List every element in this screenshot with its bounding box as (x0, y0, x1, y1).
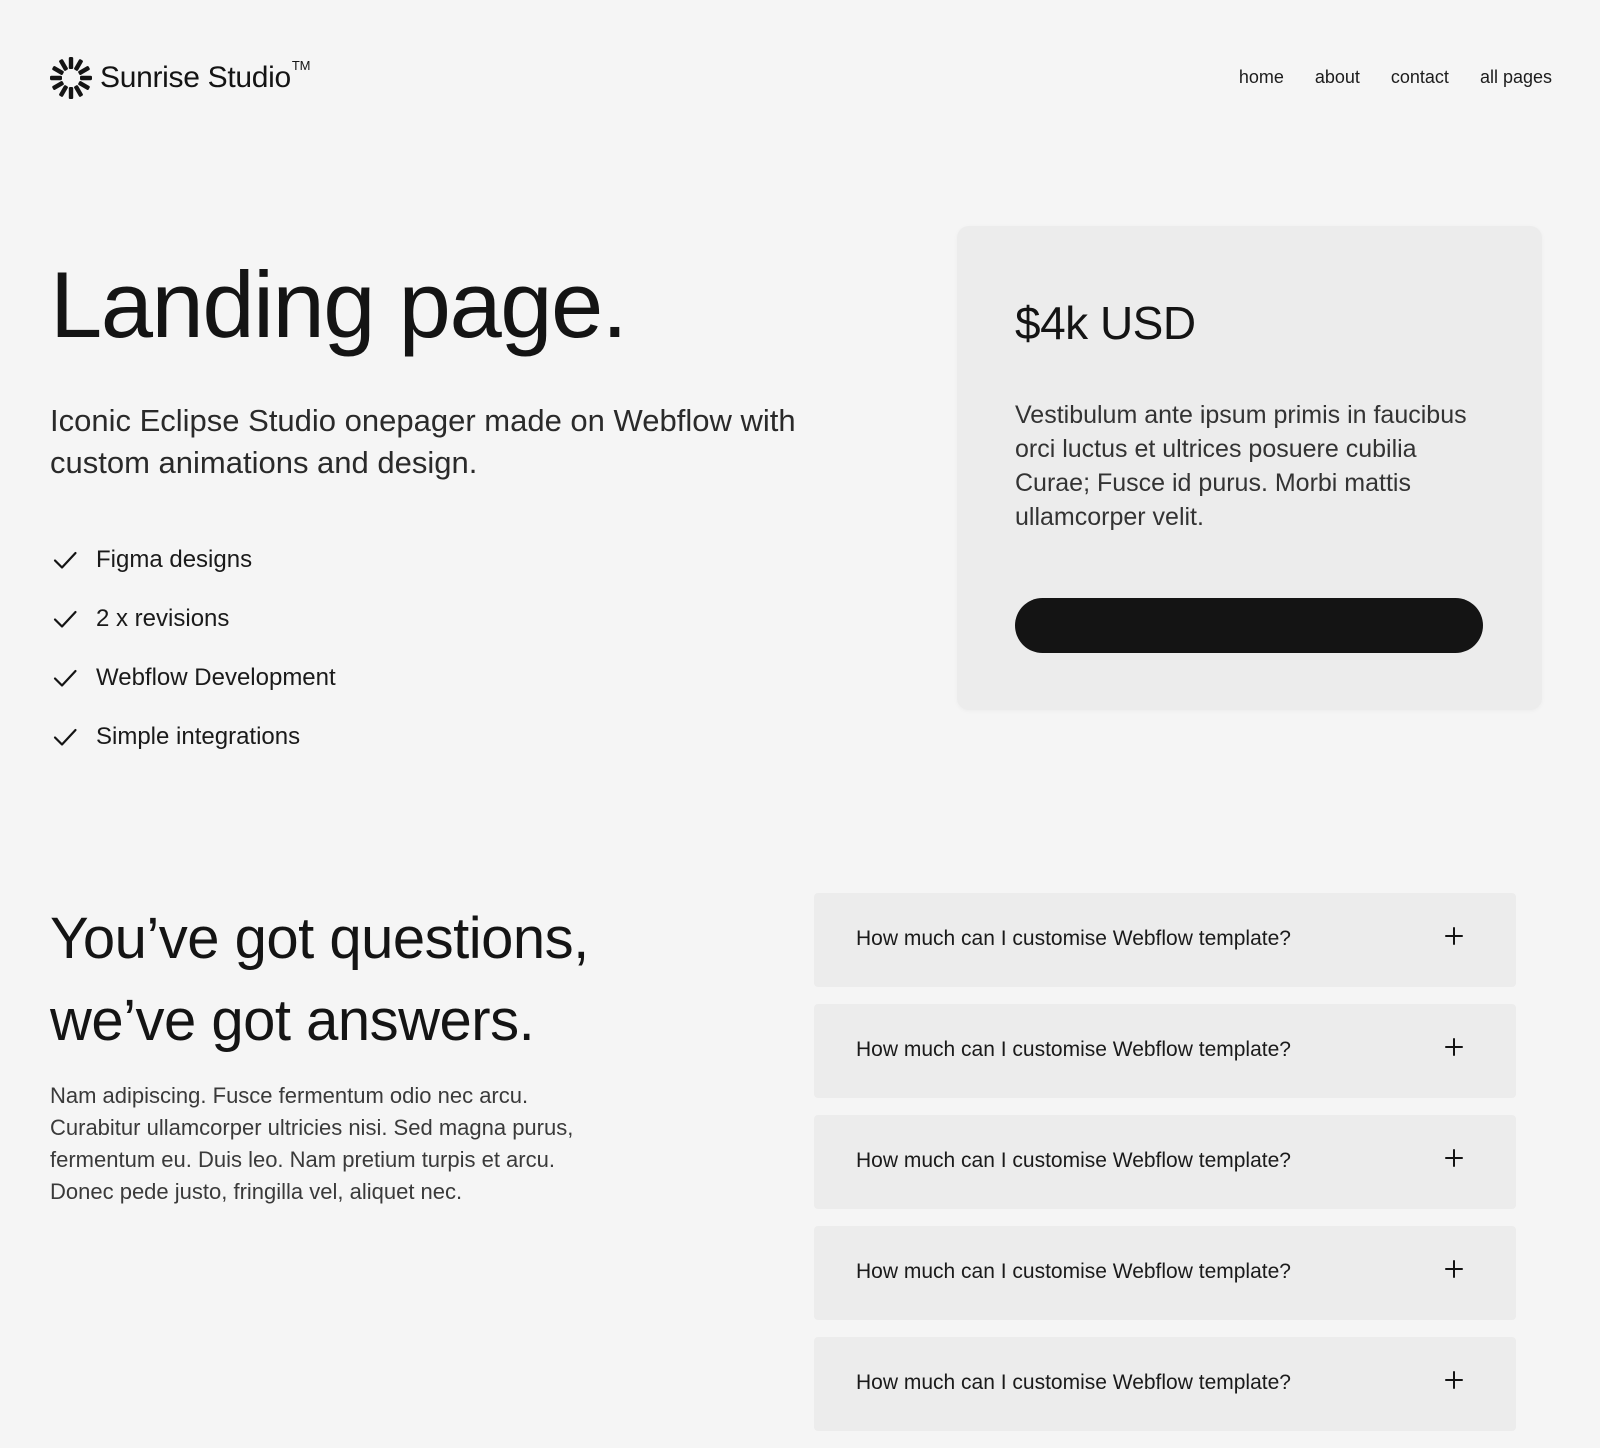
feature-label: Simple integrations (96, 722, 301, 750)
feature-item: Webflow Development (50, 648, 336, 707)
check-icon (53, 669, 77, 687)
faq-item[interactable]: How much can I customise Webflow templat… (814, 893, 1516, 987)
brand-name: Sunrise StudioTM (100, 58, 311, 94)
plus-icon[interactable] (1444, 1259, 1464, 1279)
pricing-cta-button[interactable] (1015, 598, 1483, 653)
faq-question: How much can I customise Webflow templat… (856, 1149, 1291, 1172)
nav-link-all-pages[interactable]: all pages (1480, 67, 1552, 88)
check-icon (53, 551, 77, 569)
price-value: $4k USD (1015, 297, 1196, 349)
faq-question: How much can I customise Webflow templat… (856, 927, 1291, 950)
site-header: Sunrise StudioTM home about contact all … (50, 57, 1552, 101)
faq-description: Nam adipiscing. Fusce fermentum odio nec… (50, 1083, 574, 1204)
faq-item[interactable]: How much can I customise Webflow templat… (814, 1226, 1516, 1320)
feature-label: Webflow Development (96, 663, 336, 691)
faq-title-line1: You’ve got questions, (50, 906, 589, 971)
trademark-mark: TM (291, 58, 311, 73)
faq-item[interactable]: How much can I customise Webflow templat… (814, 1004, 1516, 1098)
pricing-card: $4k USD Vestibulum ante ipsum primis in … (957, 226, 1542, 710)
nav-link-contact[interactable]: contact (1391, 67, 1449, 88)
faq-question: How much can I customise Webflow templat… (856, 1038, 1291, 1061)
faq-question: How much can I customise Webflow templat… (856, 1371, 1291, 1394)
feature-list: Figma designs 2 x revisions Webflow Deve… (50, 530, 336, 766)
plus-icon[interactable] (1444, 1370, 1464, 1390)
faq-title-line2: we’ve got answers. (50, 988, 535, 1053)
main-nav: home about contact all pages (1239, 67, 1552, 88)
faq-item[interactable]: How much can I customise Webflow templat… (814, 1115, 1516, 1209)
hero-subtitle: Iconic Eclipse Studio onepager made on W… (50, 403, 796, 480)
feature-label: 2 x revisions (96, 604, 230, 632)
hero-title: Landing page. (50, 252, 628, 357)
sunburst-icon (50, 57, 92, 99)
brand-logo-link[interactable]: Sunrise StudioTM (50, 57, 310, 99)
plus-icon[interactable] (1444, 1148, 1464, 1168)
plus-icon[interactable] (1444, 926, 1464, 946)
feature-label: Figma designs (96, 545, 253, 573)
feature-item: Figma designs (50, 530, 336, 589)
feature-item: Simple integrations (50, 707, 336, 766)
faq-title: You’ve got questions, we’ve got answers. (50, 898, 589, 1062)
faq-question: How much can I customise Webflow templat… (856, 1260, 1291, 1283)
check-icon (53, 728, 77, 746)
pricing-description: Vestibulum ante ipsum primis in faucibus… (1015, 401, 1467, 531)
faq-accordion: How much can I customise Webflow templat… (814, 893, 1516, 1448)
nav-link-home[interactable]: home (1239, 67, 1284, 88)
nav-link-about[interactable]: about (1315, 67, 1360, 88)
plus-icon[interactable] (1444, 1037, 1464, 1057)
check-icon (53, 610, 77, 628)
faq-item[interactable]: How much can I customise Webflow templat… (814, 1337, 1516, 1431)
feature-item: 2 x revisions (50, 589, 336, 648)
